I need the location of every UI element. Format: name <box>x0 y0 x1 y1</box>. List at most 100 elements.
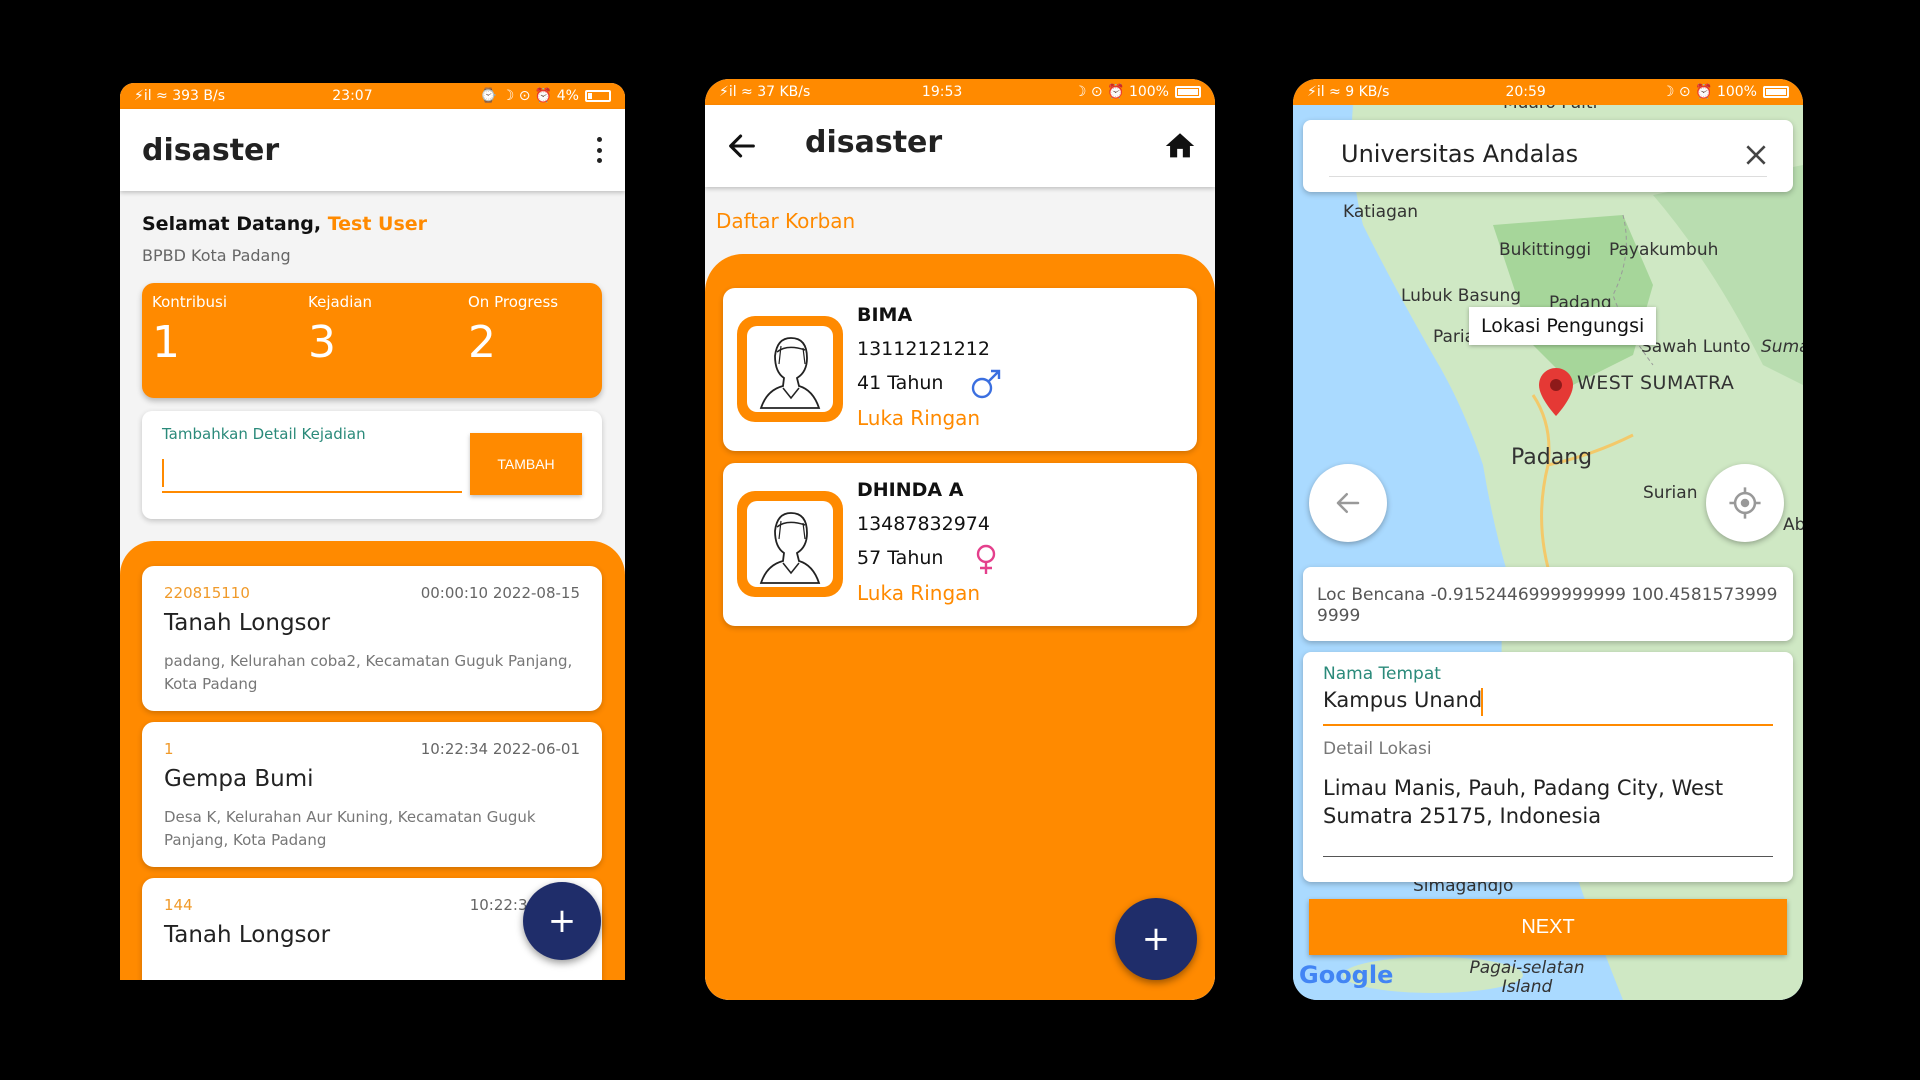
location-detail-input[interactable]: Limau Manis, Pauh, Padang City, West Sum… <box>1323 774 1773 830</box>
app-bar: disaster <box>120 109 625 191</box>
text-cursor <box>162 459 164 487</box>
status-bar: ⚡il ≈ 9 KB/s 20:59 ☽ ⊙ ⏰ 100% <box>1293 79 1803 105</box>
event-id: 1 <box>164 740 174 758</box>
add-event-fab[interactable]: + <box>523 882 601 960</box>
google-logo: Google <box>1299 961 1394 989</box>
tambah-button[interactable]: TAMBAH <box>470 433 582 495</box>
event-title: Tanah Longsor <box>164 922 331 948</box>
phone-screen-dashboard: ⚡il ≈ 393 B/s 23:07 ⌚ ☽ ⊙ ⏰ 4% disaster … <box>120 83 625 980</box>
place-search-bar[interactable]: Universitas Andalas <box>1303 120 1793 192</box>
place-name-underline <box>1323 724 1773 726</box>
organization-name: BPBD Kota Padang <box>142 246 291 265</box>
male-icon <box>971 369 1001 399</box>
map-pin-icon[interactable] <box>1539 368 1573 416</box>
victim-card[interactable]: BIMA 13112121212 41 Tahun Luka Ringan <box>723 288 1197 451</box>
map-label: Katiagan <box>1343 202 1419 222</box>
status-time: 20:59 <box>1505 84 1546 100</box>
app-title: disaster <box>142 132 280 168</box>
back-arrow-icon[interactable] <box>725 129 759 163</box>
status-right: ⌚ ☽ ⊙ ⏰ 4% <box>480 88 611 104</box>
map-label: Pagai-selatan Island <box>1469 958 1585 997</box>
search-value: Universitas Andalas <box>1341 140 1579 168</box>
location-coordinates-card: Loc Bencana -0.9152446999999999 100.4581… <box>1303 567 1793 641</box>
map-label: Suma <box>1761 337 1803 357</box>
battery-icon <box>1762 86 1789 98</box>
map-label: Lubuk Basung <box>1401 286 1522 306</box>
victim-age: 41 Tahun <box>857 372 944 394</box>
place-name-label: Nama Tempat <box>1323 664 1441 684</box>
victim-status: Luka Ringan <box>857 406 981 430</box>
my-location-icon <box>1729 487 1761 519</box>
back-arrow-icon <box>1336 493 1360 513</box>
app-title: disaster <box>805 125 943 160</box>
status-network: ⚡il ≈ 37 KB/s <box>719 84 811 100</box>
status-icons: ☽ ⊙ ⏰ 100% <box>1661 84 1757 100</box>
victim-name: DHINDA A <box>857 479 964 501</box>
stat-kontribusi: Kontribusi 1 <box>152 293 227 368</box>
status-bar: ⚡il ≈ 37 KB/s 19:53 ☽ ⊙ ⏰ 100% <box>705 79 1215 105</box>
phone-screen-victims: ⚡il ≈ 37 KB/s 19:53 ☽ ⊙ ⏰ 100% disaster … <box>705 79 1215 1000</box>
stat-value: 1 <box>152 317 180 368</box>
close-icon[interactable] <box>1743 142 1769 168</box>
more-options-icon[interactable] <box>595 137 603 163</box>
status-time: 23:07 <box>332 88 373 104</box>
status-icons: ☽ ⊙ ⏰ 100% <box>1073 84 1169 100</box>
map-label: Sawah Lunto <box>1641 337 1751 357</box>
event-address: Desa K, Kelurahan Aur Kuning, Kecamatan … <box>164 808 536 849</box>
victim-card[interactable]: DHINDA A 13487832974 57 Tahun Luka Ringa… <box>723 463 1197 626</box>
status-right: ☽ ⊙ ⏰ 100% <box>1662 84 1789 100</box>
victim-name: BIMA <box>857 304 913 326</box>
welcome-user-name: Test User <box>327 213 428 235</box>
status-right: ☽ ⊙ ⏰ 100% <box>1074 84 1201 100</box>
event-time: 00:00:10 2022-08-15 <box>420 584 580 602</box>
place-form: Nama Tempat Kampus Unand Detail Lokasi L… <box>1303 652 1793 882</box>
add-detail-input[interactable] <box>162 453 462 493</box>
stat-kejadian: Kejadian 3 <box>308 293 372 368</box>
section-title: Daftar Korban <box>716 209 856 233</box>
event-card[interactable]: 1 10:22:34 2022-06-01 Gempa Bumi Desa K,… <box>142 722 602 867</box>
event-title: Gempa Bumi <box>164 766 314 792</box>
victim-id: 13112121212 <box>857 338 990 360</box>
battery-icon <box>584 90 611 102</box>
event-card[interactable]: 220815110 00:00:10 2022-08-15 Tanah Long… <box>142 566 602 711</box>
phone-screen-map: Muaro Paiti Katiagan Bukittinggi Payakum… <box>1293 79 1803 1000</box>
map-label: Ab <box>1783 515 1803 535</box>
home-icon[interactable] <box>1163 129 1197 163</box>
location-coordinates: Loc Bencana -0.9152446999999999 100.4581… <box>1317 585 1778 626</box>
stat-label: Kejadian <box>308 293 373 311</box>
female-icon <box>976 544 996 574</box>
map-label: WEST SUMATRA <box>1577 372 1735 394</box>
location-detail-underline <box>1323 856 1773 857</box>
status-network: ⚡il ≈ 9 KB/s <box>1307 84 1390 100</box>
text-cursor <box>1481 688 1483 716</box>
battery-icon <box>1174 86 1201 98</box>
avatar-icon <box>737 491 843 597</box>
next-button[interactable]: NEXT <box>1309 899 1787 955</box>
map-label: Bukittinggi <box>1499 240 1592 260</box>
back-button[interactable] <box>1309 464 1387 542</box>
map-label: Padang <box>1511 445 1593 470</box>
event-id: 144 <box>164 896 193 914</box>
stat-label: Kontribusi <box>152 293 227 311</box>
stat-value: 3 <box>308 317 336 368</box>
status-bar: ⚡il ≈ 393 B/s 23:07 ⌚ ☽ ⊙ ⏰ 4% <box>120 83 625 109</box>
location-detail-label: Detail Lokasi <box>1323 739 1432 759</box>
victim-age: 57 Tahun <box>857 547 944 569</box>
stat-value: 2 <box>468 317 496 368</box>
search-underline <box>1329 176 1767 177</box>
add-victim-fab[interactable]: + <box>1115 898 1197 980</box>
stat-label: On Progress <box>468 293 559 311</box>
welcome-greeting: Selamat Datang, <box>142 213 322 235</box>
place-name-input[interactable]: Kampus Unand <box>1323 686 1482 714</box>
app-bar: disaster <box>705 105 1215 187</box>
my-location-button[interactable] <box>1706 464 1784 542</box>
victim-id: 13487832974 <box>857 513 990 535</box>
stat-on-progress: On Progress 2 <box>468 293 558 368</box>
status-icons: ⌚ ☽ ⊙ ⏰ 4% <box>479 88 579 104</box>
status-network: ⚡il ≈ 393 B/s <box>134 88 226 104</box>
event-title: Tanah Longsor <box>164 610 331 636</box>
stats-card: Kontribusi 1 Kejadian 3 On Progress 2 <box>142 283 602 398</box>
event-time: 10:22:34 2022-06-01 <box>420 740 580 758</box>
status-time: 19:53 <box>921 84 963 100</box>
victim-status: Luka Ringan <box>857 581 981 605</box>
